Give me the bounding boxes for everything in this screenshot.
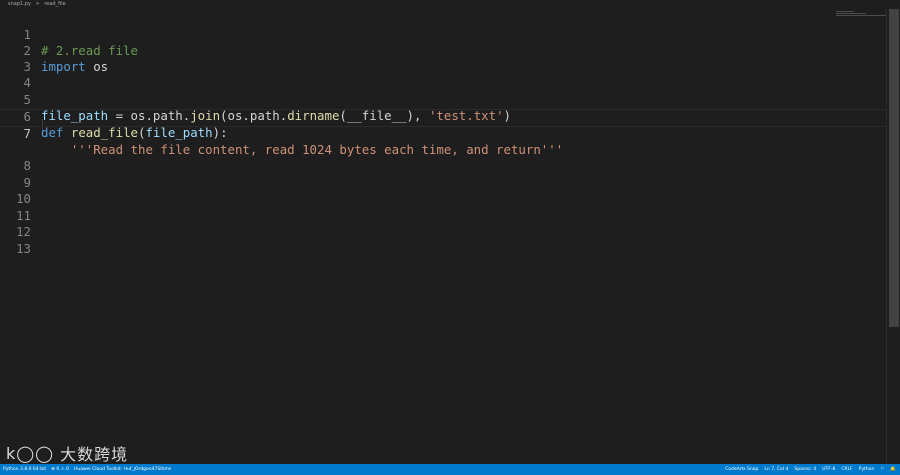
status-interpreter[interactable]: Python 3.8.0 64-bit <box>3 464 46 475</box>
minimap-line <box>836 11 854 12</box>
code-line[interactable]: 2 import os <box>0 27 886 74</box>
code-line[interactable]: 4 <box>0 59 886 90</box>
breadcrumb[interactable]: snap1.py > read_file <box>0 0 880 9</box>
status-codearts-snap[interactable]: CodeArts Snap <box>725 464 758 475</box>
breadcrumb-symbol[interactable]: read_file <box>44 1 65 7</box>
status-toolkit[interactable]: Huawei Cloud Toolkit: Huf_jOrdgon47Sltim… <box>74 464 171 475</box>
code-line[interactable]: 6 def read_file(file_path): <box>0 93 886 140</box>
code-line[interactable]: 5 file_path = os.path.join(os.path.dirna… <box>0 76 886 123</box>
minimap[interactable] <box>836 10 886 22</box>
vertical-scrollbar[interactable] <box>886 9 900 464</box>
code-keyword: def <box>41 125 64 140</box>
line-number: 7 <box>23 126 31 141</box>
minimap-line <box>836 15 886 16</box>
code-function: read_file <box>70 125 138 140</box>
breadcrumb-separator: > <box>35 1 40 7</box>
code-editor[interactable]: 1 # 2.read file 2 import os 3 4 5 file_p… <box>0 9 887 464</box>
watermark-text: 大数跨境 <box>60 445 129 464</box>
code-line[interactable]: 1 # 2.read file <box>0 11 886 58</box>
status-indentation[interactable]: Spaces: 4 <box>794 464 816 475</box>
code-line[interactable]: 3 <box>0 43 886 74</box>
code-text: ): <box>212 125 228 140</box>
status-encoding[interactable]: UTF-8 <box>822 464 835 475</box>
code-line[interactable]: 10 <box>0 175 886 206</box>
code-line[interactable]: 13 <box>0 225 886 256</box>
line-number: 13 <box>16 241 31 256</box>
status-language[interactable]: Python <box>859 464 875 475</box>
code-line[interactable]: 12 <box>0 208 886 239</box>
scrollbar-thumb[interactable] <box>889 9 899 327</box>
breadcrumb-file[interactable]: snap1.py <box>8 1 31 7</box>
minimap-line <box>836 13 866 14</box>
watermark-logo: k◯◯ <box>6 443 55 463</box>
watermark: k◯◯ 大数跨境 <box>6 443 129 465</box>
status-bar: Python 3.8.0 64-bit ⊗ 0 ⚠ 0 Huawei Cloud… <box>0 464 900 475</box>
code-line-current[interactable]: 7 '''Read the file content, read 1024 by… <box>0 109 887 157</box>
code-line[interactable]: 9 <box>0 159 886 190</box>
feedback-icon[interactable]: ⚐ <box>880 464 884 475</box>
code-line[interactable]: 11 <box>0 192 886 223</box>
status-eol[interactable]: CRLF <box>841 464 852 475</box>
status-cursor-position[interactable]: Ln 7, Col 4 <box>764 464 788 475</box>
status-problems[interactable]: ⊗ 0 ⚠ 0 <box>51 464 69 475</box>
notification-bell-icon[interactable]: 🔔 <box>890 464 896 475</box>
code-line[interactable]: 8 <box>0 142 886 173</box>
code-parameter: file_path <box>145 125 213 140</box>
